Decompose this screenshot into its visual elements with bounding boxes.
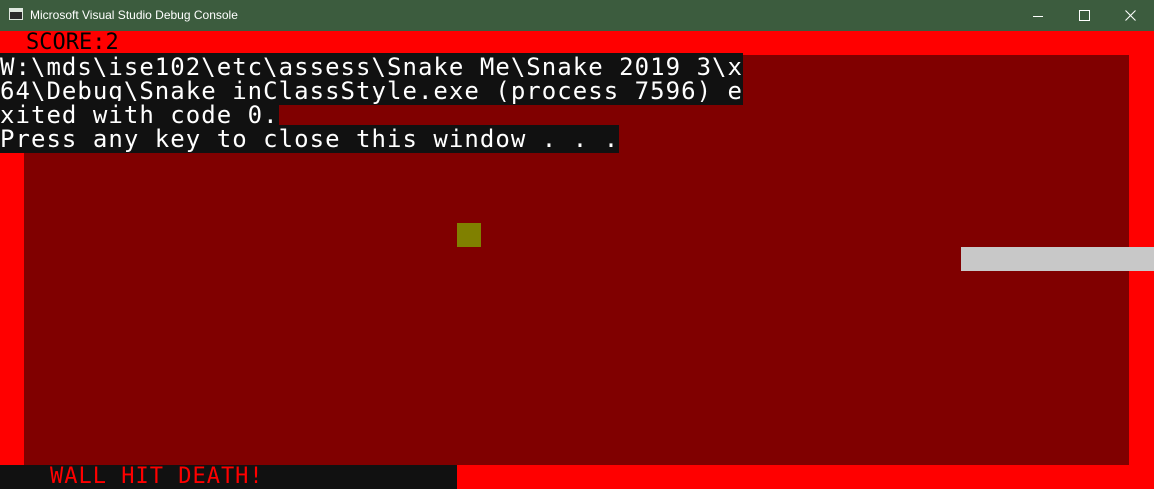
- status-bar: WALL HIT DEATH!: [0, 465, 457, 489]
- window-title: Microsoft Visual Studio Debug Console: [30, 8, 238, 22]
- maximize-button[interactable]: [1062, 0, 1108, 31]
- food-pellet: [457, 223, 481, 247]
- console-line: W:\mds\ise102\etc\assess\Snake_Me\Snake_…: [0, 53, 744, 81]
- close-icon: [1125, 10, 1136, 21]
- title-bar[interactable]: Microsoft Visual Studio Debug Console: [0, 0, 1154, 31]
- status-message: WALL HIT DEATH!: [50, 464, 264, 489]
- maximize-icon: [1079, 10, 1090, 21]
- minimize-button[interactable]: [1016, 0, 1062, 31]
- close-button[interactable]: [1108, 0, 1154, 31]
- console-line: xited with code 0.: [0, 101, 279, 129]
- console-app-icon: [9, 8, 23, 20]
- console-area[interactable]: SCORE:2 W:\mds\ise102\etc\assess\Snake_M…: [0, 31, 1154, 489]
- console-line: 64\Debug\Snake_inClassStyle.exe (process…: [0, 77, 744, 105]
- snake-body: [961, 247, 1154, 271]
- score-text: SCORE:2: [26, 31, 119, 55]
- minimize-icon: [1033, 16, 1043, 17]
- score-bar: SCORE:2: [0, 31, 193, 55]
- console-output: W:\mds\ise102\etc\assess\Snake_Me\Snake_…: [0, 53, 744, 153]
- console-window: Microsoft Visual Studio Debug Console SC…: [0, 0, 1154, 489]
- console-line: Press any key to close this window . . .: [0, 125, 620, 153]
